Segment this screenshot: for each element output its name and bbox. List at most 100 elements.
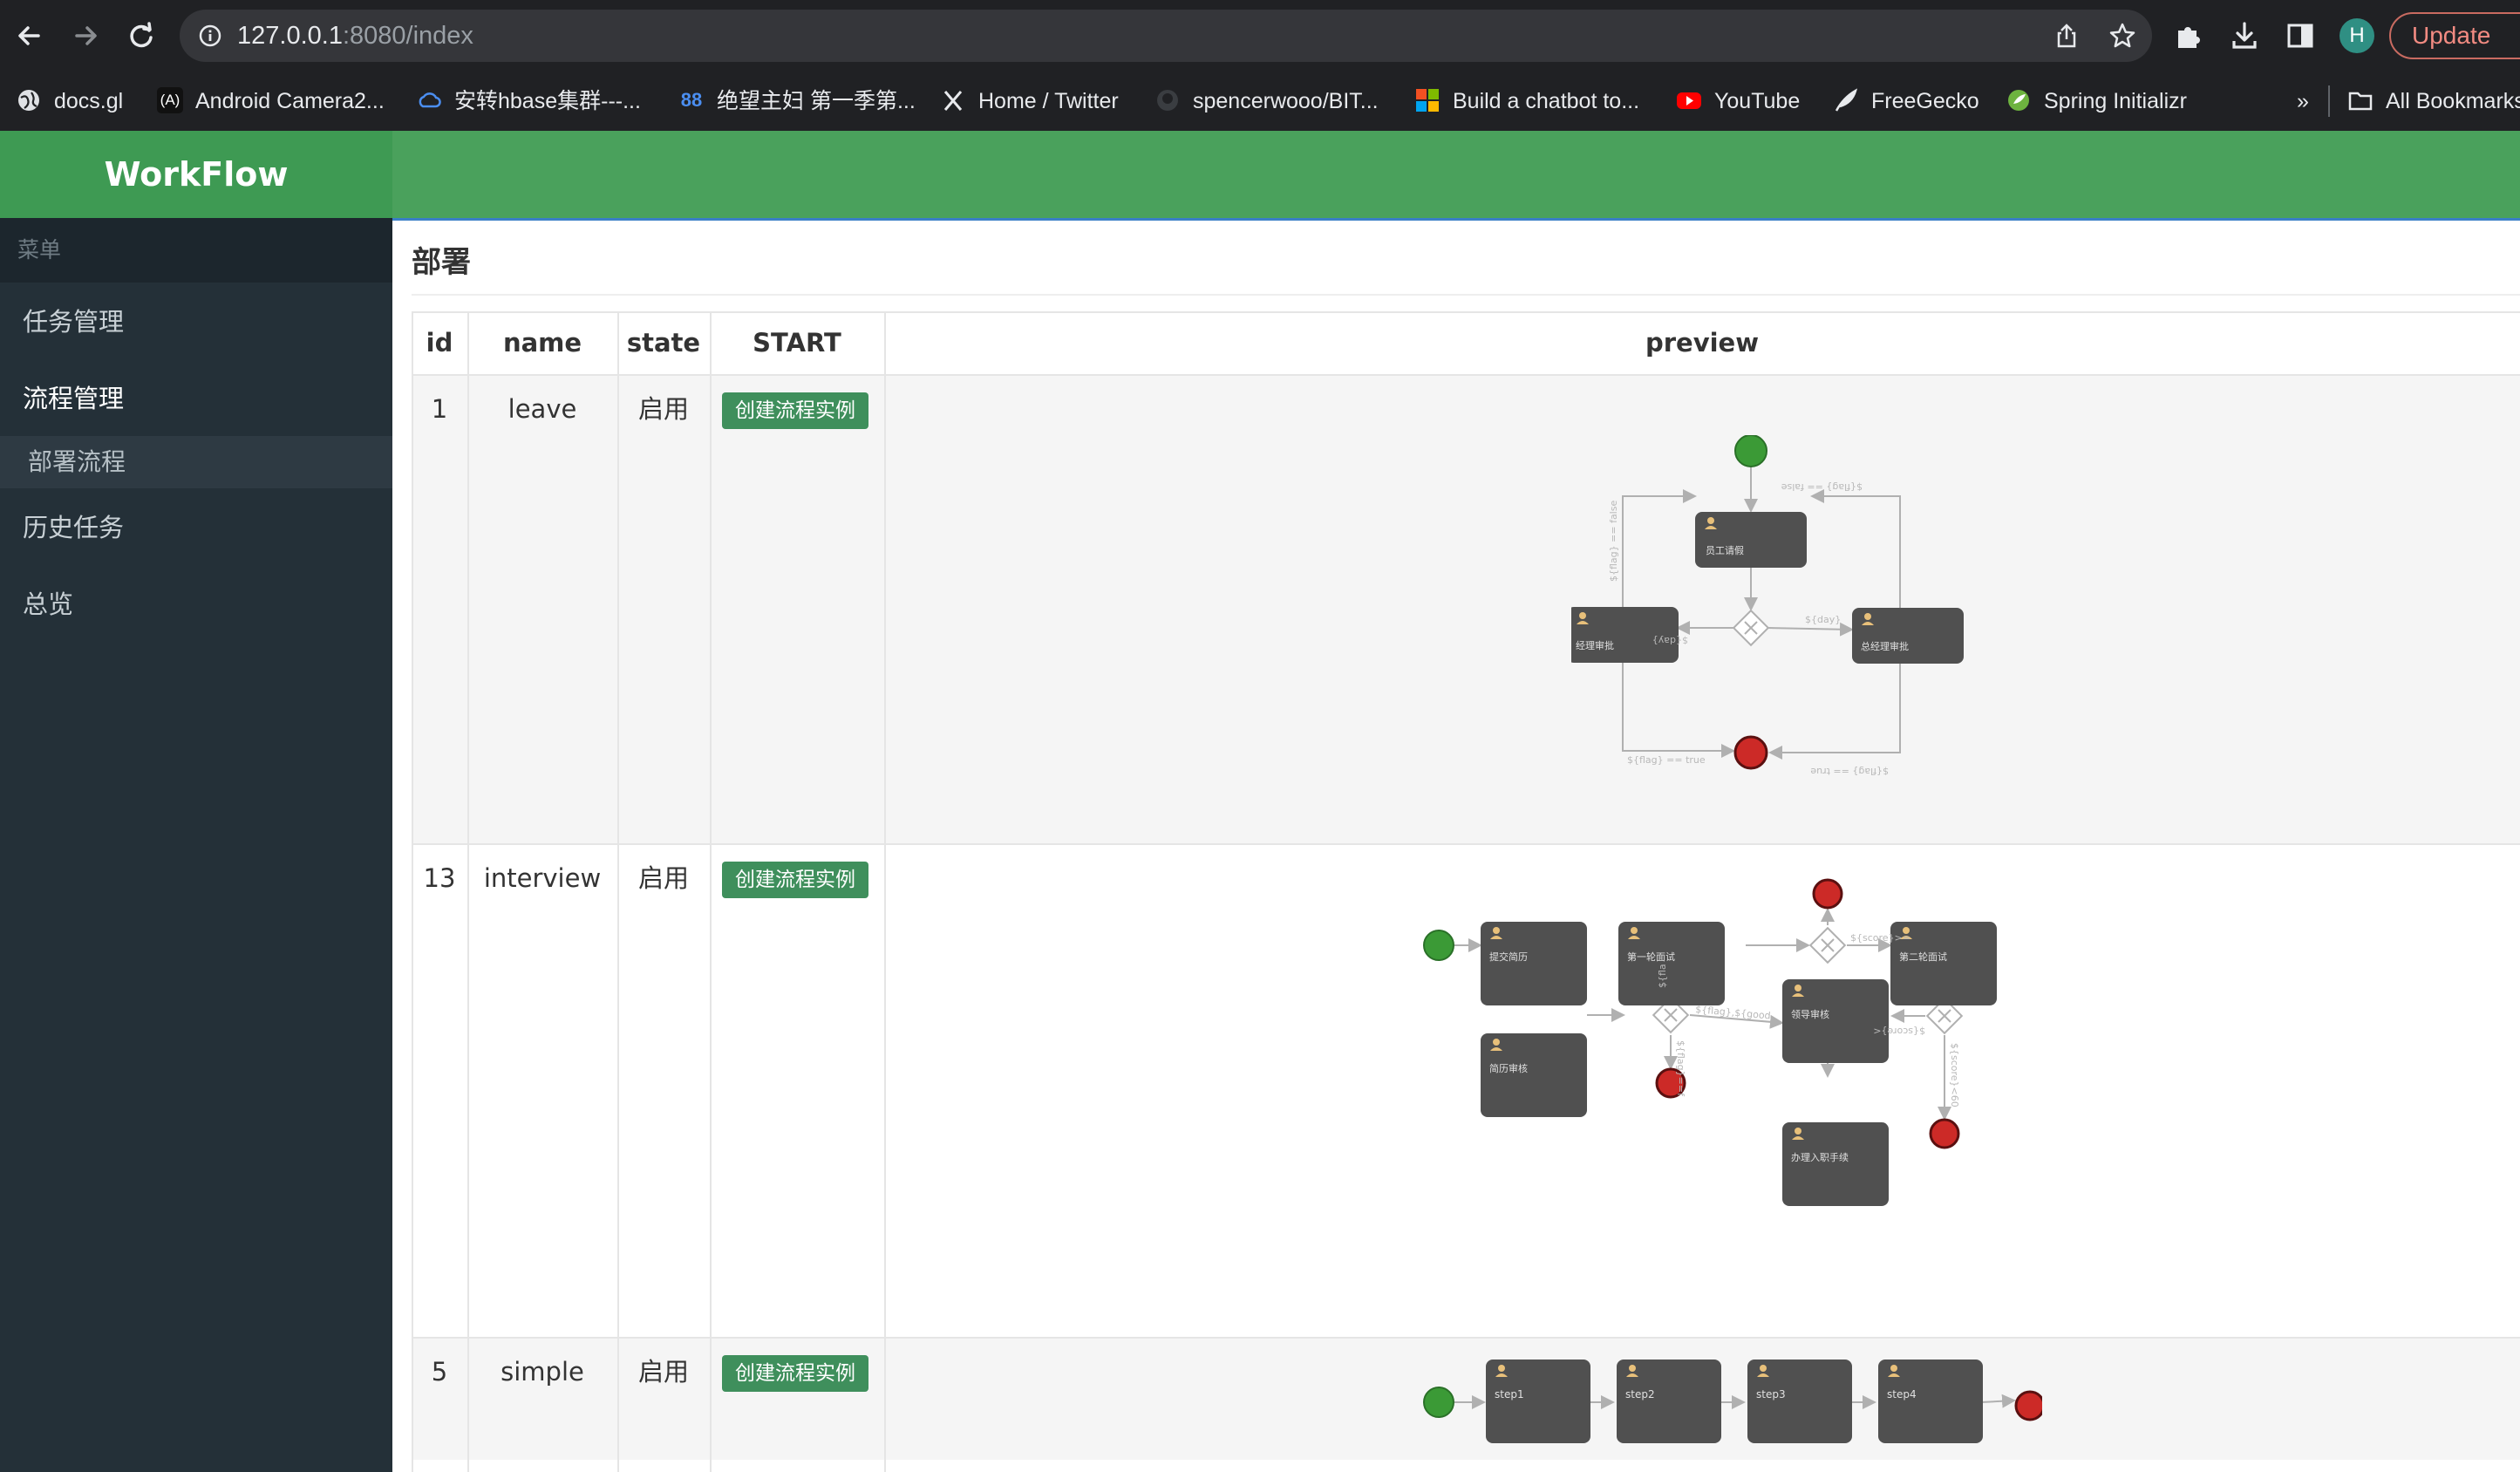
task-label: 办理入职手续 xyxy=(1791,1151,1849,1163)
sidebar-item-task-management[interactable]: 任务管理 xyxy=(0,290,392,354)
bookmark-label: Build a chatbot to... xyxy=(1453,89,1640,113)
update-button[interactable]: Update xyxy=(2389,12,2520,59)
all-bookmarks[interactable]: All Bookmarks xyxy=(2347,72,2520,131)
end-event xyxy=(1929,1118,1960,1149)
cell-id: 13 xyxy=(423,863,456,893)
download-icon[interactable] xyxy=(2229,20,2260,51)
x-icon xyxy=(940,87,966,113)
task-node: 领导审核 xyxy=(1782,979,1889,1063)
bookmark-twitter[interactable]: Home / Twitter xyxy=(940,72,1119,131)
title-divider xyxy=(412,294,2520,296)
globe-icon xyxy=(16,87,42,113)
condition-label: ${flag}==f xyxy=(1675,1040,1686,1097)
task-label: 第二轮面试 xyxy=(1899,951,1947,963)
task-label: step3 xyxy=(1756,1388,1786,1400)
number-icon: 88 xyxy=(680,89,703,112)
task-node: 总经理审批 xyxy=(1852,608,1964,664)
bookmark-freegecko[interactable]: FreeGecko xyxy=(1833,72,1979,131)
sidebar-item-history-tasks[interactable]: 历史任务 xyxy=(0,495,392,560)
bookmark-youtube[interactable]: YouTube xyxy=(1676,72,1800,131)
task-label: 总经理审批 xyxy=(1861,640,1909,652)
main-content: 部署 id name state START preview 1 leave 启… xyxy=(392,221,2520,1472)
brand-title[interactable]: WorkFlow xyxy=(0,131,392,218)
microsoft-icon xyxy=(1414,87,1440,113)
cell-state: 启用 xyxy=(637,394,689,424)
cloud-icon xyxy=(416,87,442,113)
task-label: 员工请假 xyxy=(1706,544,1744,556)
condition-label: ${day} xyxy=(1652,635,1688,646)
page-title: 部署 xyxy=(412,245,471,280)
table-row xyxy=(412,375,2520,844)
task-node: 员工请假 xyxy=(1695,512,1807,568)
extensions-icon[interactable] xyxy=(2173,20,2204,51)
condition-label: ${flag} == false xyxy=(1608,501,1619,582)
condition-label: ${flag} == false xyxy=(1781,481,1863,493)
sidebar-subitem-deploy-process[interactable]: 部署流程 xyxy=(0,436,392,488)
task-label: 第一轮面试 xyxy=(1627,951,1675,963)
url-text[interactable]: 127.0.0.1:8080/index xyxy=(237,10,473,62)
share-icon[interactable] xyxy=(2053,22,2081,50)
sidebar-item-process-management[interactable]: 流程管理 xyxy=(0,366,392,431)
condition-label: ${score}<60 xyxy=(1949,1043,1960,1107)
sidebar-item-overview[interactable]: 总览 xyxy=(0,572,392,637)
task-node: 第一轮面试 xyxy=(1618,922,1725,1005)
address-bar[interactable]: 127.0.0.1:8080/index xyxy=(180,10,2152,62)
bookmark-label: docs.gl xyxy=(54,89,124,113)
star-icon[interactable] xyxy=(2108,22,2136,50)
condition-label: ${flag} == true xyxy=(1810,766,1889,777)
bookmark-desperate-housewives[interactable]: 88 绝望主妇 第一季第... xyxy=(678,72,916,131)
site-info-icon[interactable] xyxy=(197,23,223,49)
create-instance-button[interactable]: 创建流程实例 xyxy=(722,1355,868,1392)
bookmark-spring-initializr[interactable]: Spring Initializr xyxy=(2006,72,2187,131)
android-icon: (A) xyxy=(157,87,183,114)
bookmarks-overflow-chevron[interactable]: » xyxy=(2297,72,2309,131)
task-label: step4 xyxy=(1887,1388,1917,1400)
task-node: step1 xyxy=(1486,1360,1590,1443)
bookmarks-bar: docs.gl (A) Android Camera2... 安转hbase集群-… xyxy=(0,72,2520,132)
column-header-name[interactable]: name xyxy=(467,311,617,374)
cell-id: 1 xyxy=(431,394,448,424)
process-diagram-simple: step1 step2 step3 step4 xyxy=(1397,1356,2042,1452)
spring-icon xyxy=(2006,87,2032,113)
column-header-id[interactable]: id xyxy=(412,311,467,374)
menu-caption: 菜单 xyxy=(0,218,392,283)
end-event xyxy=(1812,878,1843,910)
task-node: step3 xyxy=(1747,1360,1852,1443)
start-event xyxy=(1734,435,1767,467)
task-label: step2 xyxy=(1625,1388,1655,1400)
start-event xyxy=(1423,930,1454,961)
profile-avatar[interactable]: H xyxy=(2340,18,2374,53)
task-node: 简历审核 xyxy=(1481,1033,1587,1117)
table-border xyxy=(412,843,2520,845)
bookmark-label: 安转hbase集群---... xyxy=(454,89,641,113)
create-instance-button[interactable]: 创建流程实例 xyxy=(722,862,868,898)
condition-label: ${score}< xyxy=(1873,1026,1925,1037)
task-label: 简历审核 xyxy=(1489,1062,1528,1074)
task-label: 经理审批 xyxy=(1576,639,1614,651)
bookmarks-divider xyxy=(2328,85,2330,117)
bookmark-android-camera2[interactable]: (A) Android Camera2... xyxy=(157,72,385,131)
bookmark-label: 绝望主妇 第一季第... xyxy=(717,89,916,113)
column-header-state[interactable]: state xyxy=(617,311,710,374)
column-header-start[interactable]: START xyxy=(710,311,884,374)
condition-label: ${score}>= xyxy=(1850,932,1910,944)
cell-state: 启用 xyxy=(637,863,689,893)
feather-icon xyxy=(1833,87,1859,113)
task-node: step4 xyxy=(1878,1360,1983,1443)
create-instance-button[interactable]: 创建流程实例 xyxy=(722,392,868,429)
bookmark-docs-gl[interactable]: docs.gl xyxy=(16,72,123,131)
task-node: step2 xyxy=(1617,1360,1721,1443)
bookmark-hbase[interactable]: 安转hbase集群---... xyxy=(416,72,641,131)
reload-icon[interactable] xyxy=(124,18,159,53)
task-label: 领导审核 xyxy=(1791,1008,1829,1020)
side-panel-icon[interactable] xyxy=(2285,20,2316,51)
gateway xyxy=(1808,926,1847,964)
back-arrow-icon[interactable] xyxy=(12,18,47,53)
cell-name: leave xyxy=(507,394,577,424)
task-node: 办理入职手续 xyxy=(1782,1122,1889,1206)
bookmark-chatbot[interactable]: Build a chatbot to... xyxy=(1414,72,1639,131)
forward-arrow-icon[interactable] xyxy=(68,18,103,53)
column-header-preview[interactable]: preview xyxy=(884,311,2520,374)
bookmark-github[interactable]: spencerwooo/BIT... xyxy=(1154,72,1379,131)
gateway xyxy=(1732,609,1770,647)
